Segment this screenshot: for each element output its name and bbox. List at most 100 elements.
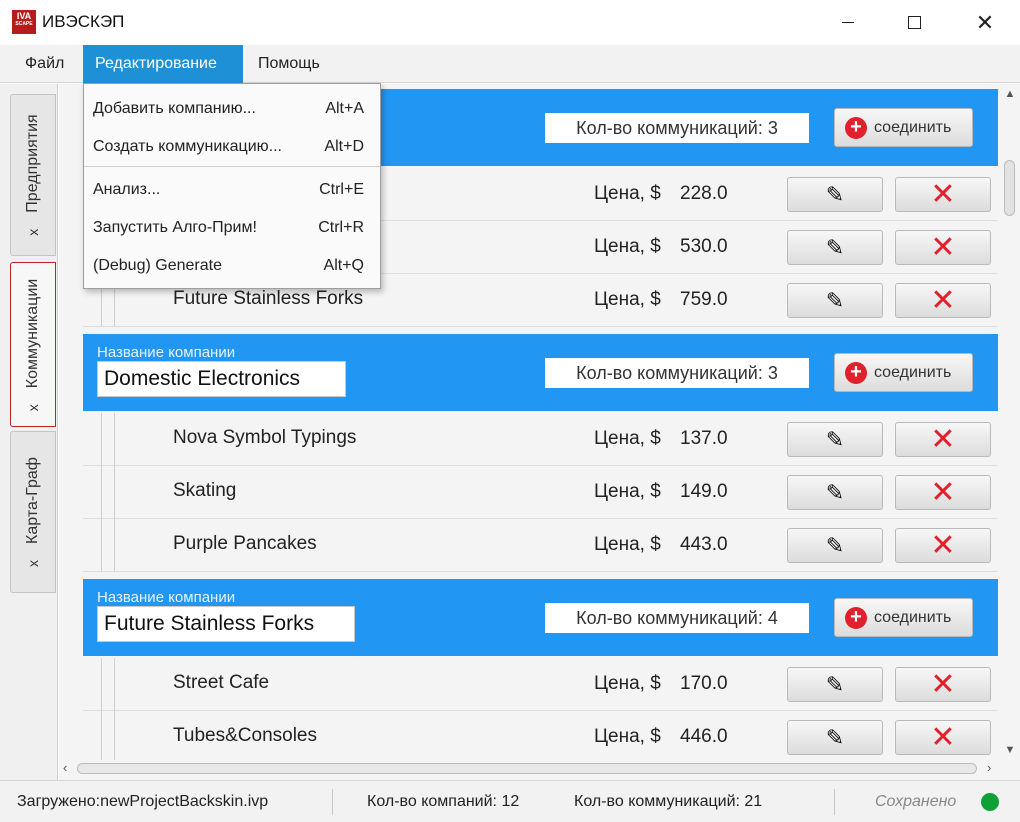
price-label: Цена, $ [594,236,661,257]
delete-icon: ✕ [930,475,956,509]
delete-icon: ✕ [930,528,956,562]
delete-icon: ✕ [930,667,956,701]
logo-subtext: SCAPE [15,21,33,27]
company-name-field[interactable]: Future Stainless Forks [97,606,355,642]
delete-button[interactable]: ✕ [895,528,991,563]
tab-label: Карта-Граф [24,457,41,544]
close-icon: ✕ [975,9,995,35]
connect-button[interactable]: + соединить [834,598,973,637]
tab-close-icon[interactable]: x [25,404,41,411]
window-title: ИВЭСКЭП [42,12,125,31]
price-value: 170.0 [680,673,728,694]
menu-item-label: (Debug) Generate [93,257,222,274]
tab-enterprises[interactable]: x Предприятия [10,94,56,256]
scroll-down-icon[interactable]: ▼ [1003,744,1017,756]
company-header: Название компании Domestic Electronics К… [83,334,998,411]
price-value: 759.0 [680,289,728,310]
delete-icon: ✕ [930,422,956,456]
edit-button[interactable]: ✎ [787,177,883,212]
edit-button[interactable]: ✎ [787,422,883,457]
menu-bar: Файл Редактирование Помощь [0,45,1020,83]
menu-add-company[interactable]: Добавить компанию... Alt+A [84,90,380,128]
delete-button[interactable]: ✕ [895,177,991,212]
scroll-up-icon[interactable]: ▲ [1003,88,1017,100]
edit-button[interactable]: ✎ [787,667,883,702]
menu-edit[interactable]: Редактирование [83,45,243,83]
tab-label: Коммуникации [24,278,41,388]
scroll-right-icon[interactable]: › [987,760,991,775]
scroll-left-icon[interactable]: ‹ [63,760,67,775]
connect-label: соединить [874,118,952,136]
pencil-icon: ✎ [825,234,845,260]
delete-button[interactable]: ✕ [895,475,991,510]
menu-analysis[interactable]: Анализ... Ctrl+E [84,171,380,209]
horizontal-scroll-thumb[interactable] [77,763,977,774]
price-value: 137.0 [680,428,728,449]
title-bar: IVA SCAPE ИВЭСКЭП ✕ [0,0,1020,45]
communication-count: Кол-во коммуникаций: 3 [545,358,809,388]
horizontal-scrollbar[interactable]: ‹ › [59,760,1020,780]
minimize-button[interactable] [825,0,871,45]
menu-run-prim[interactable]: Запустить Алго-Прим! Ctrl+R [84,209,380,247]
status-divider [834,789,835,815]
menu-item-shortcut: Alt+A [325,100,364,117]
logo-text: IVA [16,11,32,21]
connect-button[interactable]: + соединить [834,353,973,392]
menu-help[interactable]: Помощь [246,45,332,83]
pencil-icon: ✎ [825,287,845,313]
status-divider [332,789,333,815]
menu-item-label: Создать коммуникацию... [93,138,282,155]
menu-file[interactable]: Файл [13,45,76,83]
edit-button[interactable]: ✎ [787,230,883,265]
menu-item-shortcut: Alt+Q [323,257,364,274]
company-header: Название компании Future Stainless Forks… [83,579,998,656]
tab-communications[interactable]: x Коммуникации [10,262,56,427]
tab-label: Предприятия [24,114,41,213]
communication-name: Purple Pancakes [173,533,317,554]
tree-guide [101,466,115,519]
price-label: Цена, $ [594,726,661,747]
price-value: 446.0 [680,726,728,747]
vertical-scroll-thumb[interactable] [1004,160,1015,216]
menu-create-communication[interactable]: Создать коммуникацию... Alt+D [84,128,380,166]
menu-item-shortcut: Alt+D [324,138,364,155]
company-name-label: Название компании [97,589,236,606]
communication-total: Кол-во коммуникаций: 21 [574,793,763,810]
communication-name: Nova Symbol Typings [173,427,357,448]
delete-button[interactable]: ✕ [895,720,991,755]
delete-button[interactable]: ✕ [895,283,991,318]
company-name-field[interactable]: Domestic Electronics [97,361,346,397]
connect-button[interactable]: + соединить [834,108,973,147]
delete-button[interactable]: ✕ [895,667,991,702]
menu-item-label: Запустить Алго-Прим! [93,219,257,236]
delete-icon: ✕ [930,720,956,754]
plus-circle-icon: + [845,116,867,139]
delete-button[interactable]: ✕ [895,422,991,457]
communication-row: Street Cafe Цена, $ 170.0 ✎ ✕ [83,658,998,711]
price-label: Цена, $ [594,481,661,502]
communication-count: Кол-во коммуникаций: 4 [545,603,809,633]
edit-button[interactable]: ✎ [787,720,883,755]
plus-circle-icon: + [845,361,867,384]
tab-close-icon[interactable]: x [25,560,41,567]
connect-label: соединить [874,608,952,626]
edit-button[interactable]: ✎ [787,528,883,563]
communication-row: Skating Цена, $ 149.0 ✎ ✕ [83,466,998,519]
close-window-button[interactable]: ✕ [962,0,1008,45]
price-value: 443.0 [680,534,728,555]
tree-guide [101,413,115,466]
tree-guide [101,658,115,711]
save-status: Сохранено [875,793,957,810]
delete-button[interactable]: ✕ [895,230,991,265]
vertical-scrollbar[interactable]: ▲ ▼ [999,84,1020,764]
maximize-button[interactable] [891,0,937,45]
edit-button[interactable]: ✎ [787,283,883,318]
menu-debug-generate[interactable]: (Debug) Generate Alt+Q [84,247,380,285]
menu-item-label: Анализ... [93,181,161,198]
tab-close-icon[interactable]: x [25,229,41,236]
communication-row: Tubes&Consoles Цена, $ 446.0 ✎ ✕ [83,711,998,764]
tab-map-graph[interactable]: x Карта-Граф [10,431,56,593]
price-value: 228.0 [680,183,728,204]
saved-indicator-icon [981,793,999,811]
edit-button[interactable]: ✎ [787,475,883,510]
